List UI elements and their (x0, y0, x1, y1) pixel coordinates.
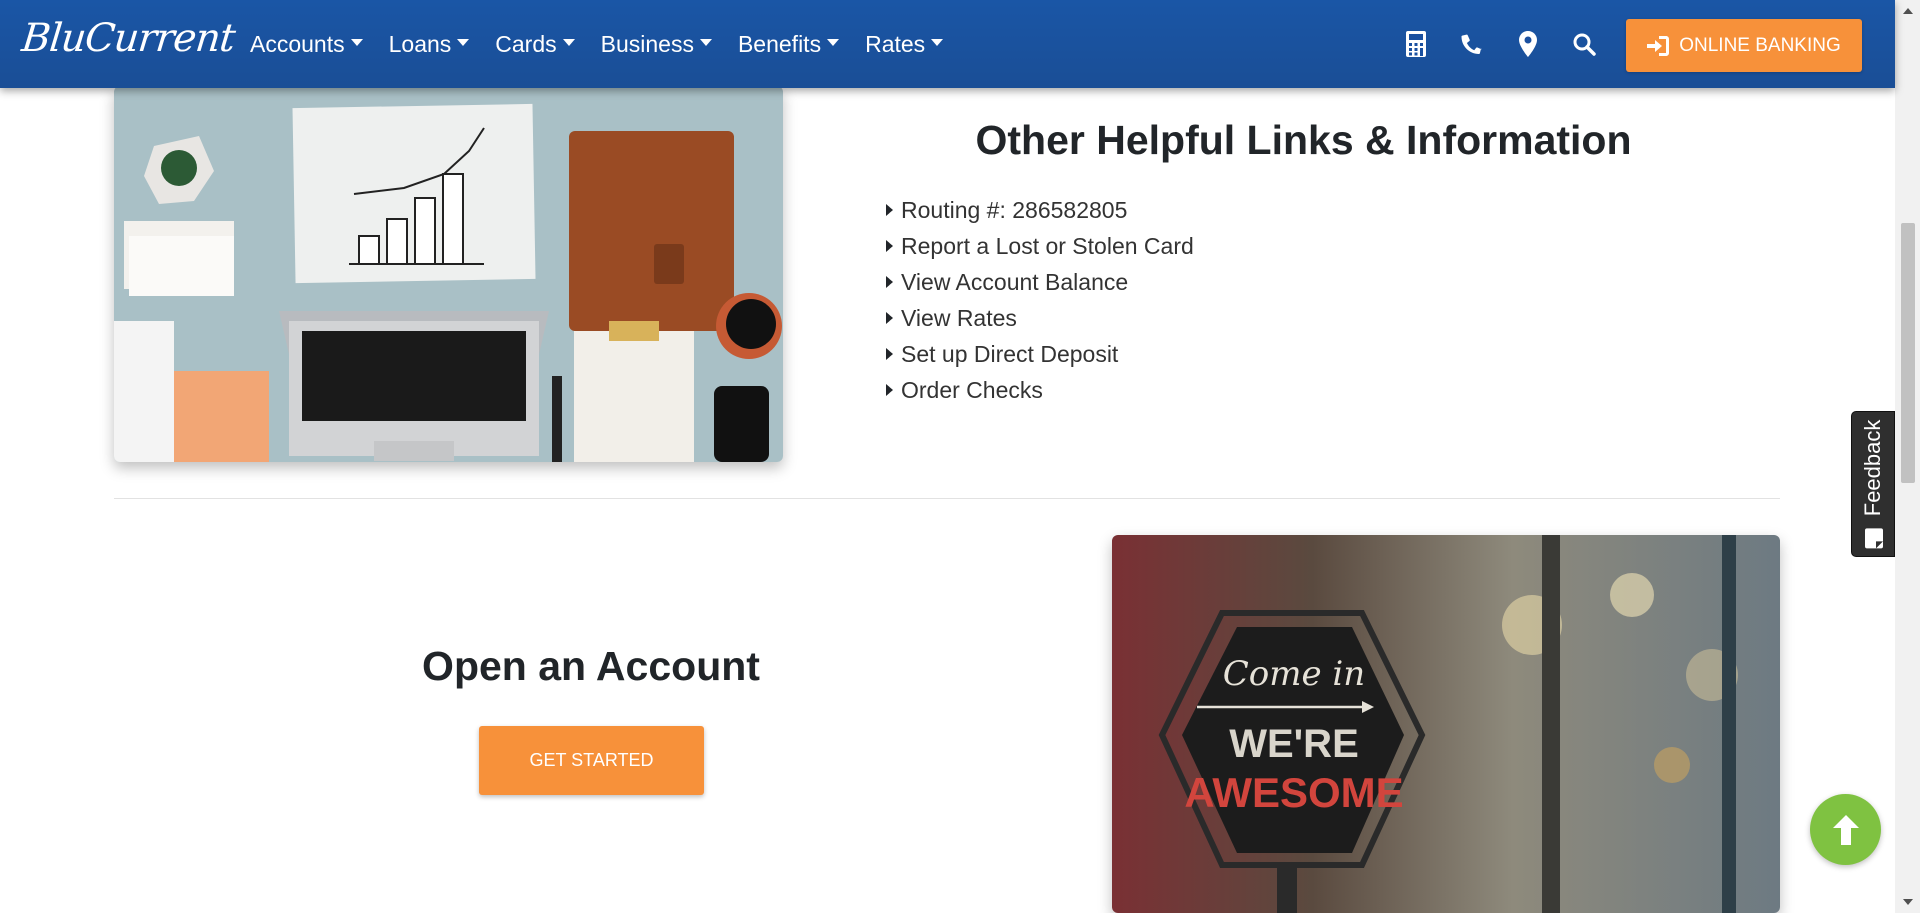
link-label: View Account Balance (901, 268, 1129, 295)
nav-label: Loans (388, 30, 452, 57)
caret-right-icon (886, 276, 893, 288)
main-nav: Accounts Loans Cards Business Benefits R… (250, 0, 969, 88)
link-label: Order Checks (901, 376, 1043, 403)
sign-in-icon (1647, 35, 1670, 56)
caret-down-icon (457, 38, 470, 46)
link-label: Report a Lost or Stolen Card (901, 232, 1194, 259)
link-report-lost-card[interactable]: Report a Lost or Stolen Card (886, 228, 1194, 264)
map-marker-icon[interactable] (1500, 24, 1556, 64)
sign-text-awesome: AWESOME (1184, 769, 1403, 816)
nav-item-cards[interactable]: Cards (495, 30, 575, 58)
online-banking-label: ONLINE BANKING (1679, 34, 1841, 56)
nav-item-rates[interactable]: Rates (865, 30, 944, 58)
page-scrollbar[interactable] (1895, 0, 1920, 913)
nav-item-business[interactable]: Business (601, 31, 712, 58)
caret-down-icon (350, 38, 363, 46)
site-header: BluCurrent Accounts Loans Cards Business… (0, 0, 1895, 88)
open-account-title: Open an Account (422, 643, 760, 689)
nav-label: Business (600, 30, 694, 57)
caret-right-icon (886, 312, 893, 324)
link-order-checks[interactable]: Order Checks (886, 372, 1194, 408)
sign-text-come-in: Come in (1223, 654, 1365, 694)
caret-down-icon (931, 38, 944, 46)
link-label: Set up Direct Deposit (901, 340, 1119, 367)
link-routing-number[interactable]: Routing #: 286582805 (886, 192, 1194, 228)
nav-item-benefits[interactable]: Benefits (737, 30, 840, 58)
link-view-rates[interactable]: View Rates (886, 300, 1194, 336)
phone-icon[interactable] (1444, 24, 1500, 64)
helpful-links-title: Other Helpful Links & Information (975, 117, 1632, 163)
section-divider (114, 498, 1780, 499)
scroll-down-arrow[interactable] (1895, 891, 1920, 913)
feedback-label: Feedback (1860, 420, 1886, 549)
caret-right-icon (886, 348, 893, 360)
nav-item-loans[interactable]: Loans (389, 31, 470, 58)
link-label: View Rates (901, 304, 1017, 331)
link-label: Routing #: 286582805 (901, 196, 1128, 223)
nav-label: Benefits (737, 30, 822, 57)
caret-down-icon (699, 38, 712, 46)
site-logo[interactable]: BluCurrent (20, 16, 237, 61)
arrow-up-icon (1832, 814, 1859, 845)
caret-right-icon (886, 240, 893, 252)
helpful-links-list: Routing #: 286582805 Report a Lost or St… (886, 192, 1194, 408)
nav-item-accounts[interactable]: Accounts (250, 31, 363, 58)
feedback-text: Feedback (1860, 419, 1885, 517)
come-in-sign-image: Come in WE'RE AWESOME (1112, 535, 1780, 913)
nav-label: Accounts (250, 30, 345, 57)
office-desk-image (114, 86, 783, 462)
nav-label: Cards (495, 30, 557, 57)
get-started-button[interactable]: GET STARTED (479, 726, 704, 795)
feedback-tab[interactable]: Feedback (1851, 411, 1895, 557)
header-icon-bar (1388, 0, 1612, 88)
scroll-thumb[interactable] (1901, 223, 1915, 483)
note-icon (1865, 528, 1884, 549)
link-view-account-balance[interactable]: View Account Balance (886, 264, 1194, 300)
sign-text-were: WE'RE (1229, 722, 1359, 766)
link-direct-deposit[interactable]: Set up Direct Deposit (886, 336, 1194, 372)
caret-down-icon (827, 38, 840, 46)
scroll-up-arrow[interactable] (1895, 0, 1920, 22)
caret-down-icon (562, 38, 575, 46)
online-banking-button[interactable]: ONLINE BANKING (1626, 19, 1862, 72)
calculator-icon[interactable] (1388, 24, 1444, 64)
nav-label: Rates (865, 30, 926, 57)
caret-right-icon (886, 384, 893, 396)
search-icon[interactable] (1556, 24, 1612, 64)
caret-right-icon (886, 204, 893, 216)
back-to-top-button[interactable] (1810, 794, 1881, 865)
